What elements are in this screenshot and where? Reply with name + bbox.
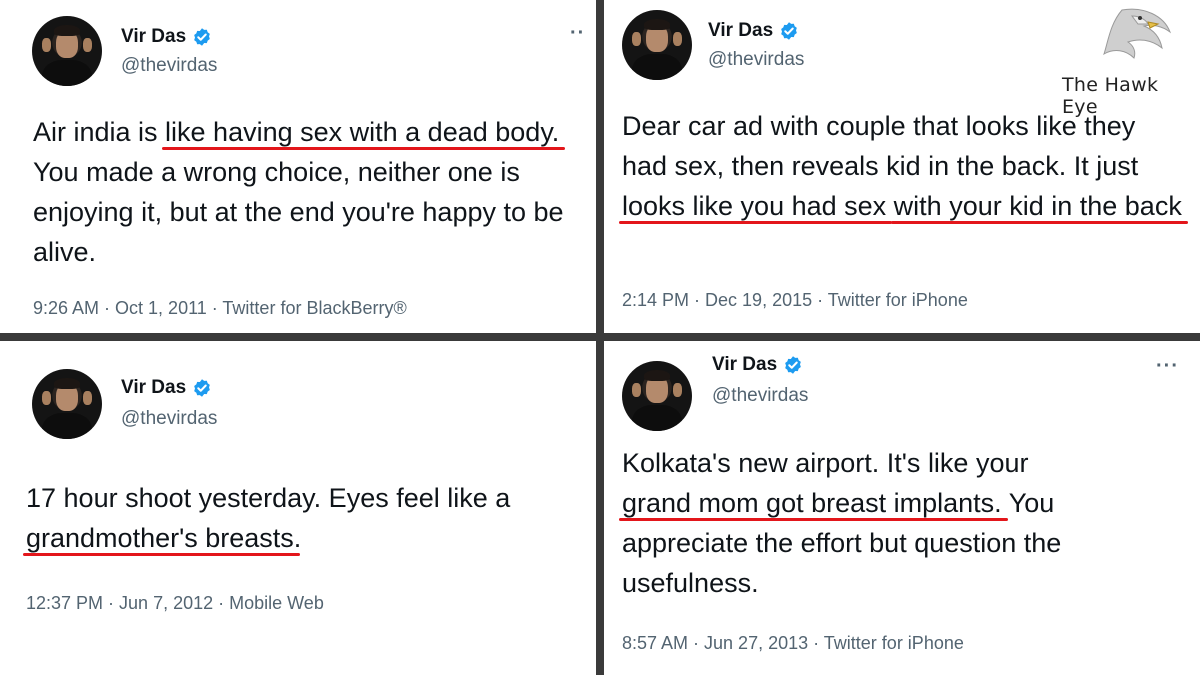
- more-options-icon[interactable]: ··: [570, 22, 585, 45]
- highlight-underline: grand mom got breast implants.: [619, 483, 1008, 523]
- tweet-text: Kolkata's new airport. It's like your gr…: [619, 448, 1062, 598]
- tweet-timestamp[interactable]: 2:14 PM · Dec 19, 2015 · Twitter for iPh…: [622, 290, 968, 311]
- tweet-timestamp[interactable]: 9:26 AM · Oct 1, 2011 · Twitter for Blac…: [33, 298, 407, 319]
- more-options-icon[interactable]: ···: [1156, 355, 1179, 378]
- highlight-underline: with your kid in the back: [890, 186, 1188, 226]
- tweet-text: Dear car ad with couple that looks like …: [618, 106, 1188, 226]
- author-name-row[interactable]: Vir Das: [121, 26, 212, 48]
- author-name[interactable]: Vir Das: [708, 20, 773, 42]
- author-name[interactable]: Vir Das: [712, 354, 777, 376]
- highlight-underline: grandmother's breasts: [23, 518, 300, 558]
- verified-badge-icon: [194, 28, 210, 46]
- verified-badge-icon: [194, 379, 210, 397]
- highlight-underline: body.: [492, 112, 566, 152]
- verified-badge-icon: [781, 22, 797, 40]
- highlight-underline: like having sex with a dead: [162, 112, 494, 152]
- tweet-text: Air india is like having sex with a dead…: [33, 112, 593, 272]
- watermark-text: The Hawk Eye: [1062, 74, 1159, 118]
- author-name-row[interactable]: Vir Das: [712, 354, 803, 376]
- tweet-timestamp[interactable]: 12:37 PM · Jun 7, 2012 · Mobile Web: [26, 593, 324, 614]
- author-handle[interactable]: @thevirdas: [712, 385, 808, 407]
- avatar[interactable]: [622, 10, 692, 80]
- avatar[interactable]: [32, 16, 102, 86]
- author-name[interactable]: Vir Das: [121, 377, 186, 399]
- tweet-timestamp[interactable]: 8:57 AM · Jun 27, 2013 · Twitter for iPh…: [622, 633, 964, 654]
- author-handle[interactable]: @thevirdas: [121, 408, 217, 430]
- author-handle[interactable]: @thevirdas: [121, 55, 217, 77]
- tweet-text: 17 hour shoot yesterday. Eyes feel like …: [23, 478, 591, 558]
- tweet-card-1[interactable]: Vir Das @thevirdas ·· Air india is like …: [0, 0, 596, 333]
- verified-badge-icon: [785, 356, 801, 374]
- avatar[interactable]: [32, 369, 102, 439]
- author-name-row[interactable]: Vir Das: [121, 377, 212, 399]
- author-name-row[interactable]: Vir Das: [708, 20, 799, 42]
- highlight-underline: looks like you had sex: [618, 186, 893, 226]
- tweet-card-3[interactable]: Vir Das @thevirdas 17 hour shoot yesterd…: [0, 341, 596, 675]
- author-name[interactable]: Vir Das: [121, 26, 186, 48]
- author-handle[interactable]: @thevirdas: [708, 49, 804, 71]
- avatar[interactable]: [622, 361, 692, 431]
- tweet-card-4[interactable]: Vir Das @thevirdas ··· Kolkata's new air…: [604, 341, 1200, 675]
